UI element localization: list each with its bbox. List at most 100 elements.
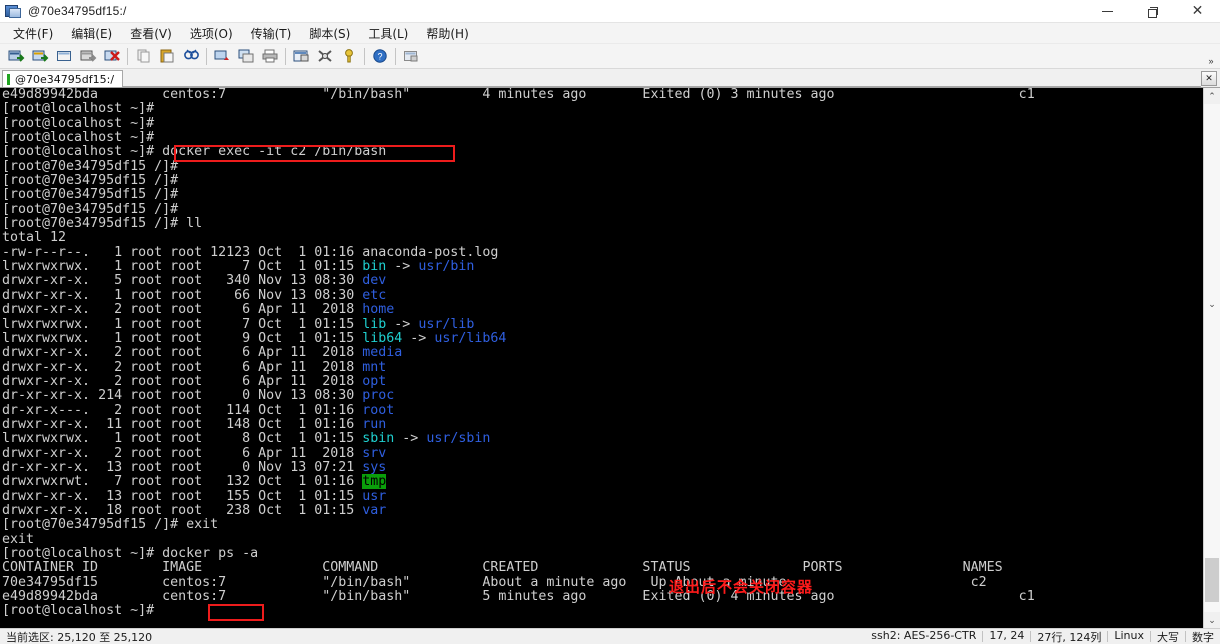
connect-sftp-icon[interactable] [28,45,52,68]
terminal-text: drwxr-xr-x. 2 root root 6 Apr 11 2018 [2,445,363,461]
terminal-text: opt [362,373,387,389]
find-icon[interactable] [179,45,203,68]
menu-file[interactable]: 文件(F) [4,23,62,44]
new-session-icon[interactable] [4,45,28,68]
terminal-line: [root@70e34795df15 /]# [2,159,1203,174]
terminal-scrollbar[interactable]: ⌃ ⌄ ⌄ [1203,88,1220,628]
menu-options[interactable]: 选项(O) [181,23,242,44]
terminal-text: -> [386,259,419,275]
copy-icon[interactable] [131,45,155,68]
scrollbar-mid-glyph: ⌄ [1208,299,1216,309]
terminal-line: drwxr-xr-x. 2 root root 6 Apr 11 2018 ho… [2,302,1203,318]
scrollbar-track[interactable]: ⌄ [1204,104,1220,612]
status-bar: 当前选区: 25,120 至 25,120 ssh2: AES-256-CTR … [0,628,1220,644]
menu-transfer[interactable]: 传输(T) [242,23,301,44]
terminal-line: dr-xr-xr-x. 13 root root 0 Nov 13 07:21 … [2,460,1203,475]
toolbar-separator [285,47,286,65]
print-icon[interactable] [258,45,282,68]
status-caps-lock: 大写 [1157,630,1179,644]
scroll-up-button[interactable]: ⌃ [1204,88,1220,104]
terminal-line: 70e34795df15 centos:7 "/bin/bash" About … [2,575,1203,590]
terminal-text: bin [362,259,387,275]
close-tab-button[interactable]: ✕ [1201,71,1217,86]
global-options-icon[interactable] [313,45,337,68]
tool-bar: ? » [0,44,1220,69]
terminal-text: [root@localhost ~]# docker exec -it c2 /… [2,144,387,160]
terminal-screen[interactable]: e49d89942bda centos:7 "/bin/bash" 4 minu… [0,88,1203,628]
terminal-text: drwxr-xr-x. 18 root root 238 Oct 1 01:15 [2,502,363,518]
tab-session-70e34795df15[interactable]: @70e34795df15:/ [2,70,124,87]
log-session-icon[interactable] [234,45,258,68]
terminal-text: CONTAINER ID IMAGE COMMAND CREATED STATU… [2,560,1003,576]
crt-terminal-window: @70e34795df15:/ ✕ 文件(F) 编辑(E) 查看(V) 选项(O… [0,0,1220,644]
toolbar-separator [127,47,128,65]
menu-tools[interactable]: 工具(L) [359,23,417,44]
terminal-line: [root@localhost ~]# [2,102,1203,116]
terminal-text: -> [402,330,435,346]
terminal-text: lrwxrwxrwx. 1 root root 7 Oct 1 01:15 [2,316,363,332]
window-controls: ✕ [1085,0,1220,23]
terminal-area: e49d89942bda centos:7 "/bin/bash" 4 minu… [0,88,1220,628]
status-terminal-type: Linux [1114,628,1144,642]
svg-text:?: ? [377,52,382,62]
menu-help[interactable]: 帮助(H) [417,23,477,44]
print-screen-icon[interactable] [210,45,234,68]
terminal-line: [root@localhost ~]# [2,604,1203,618]
terminal-text: dev [362,273,387,289]
terminal-text: drwxr-xr-x. 2 root root 6 Apr 11 2018 [2,373,363,389]
terminal-line: e49d89942bda centos:7 "/bin/bash" 5 minu… [2,589,1203,604]
terminal-text: lib64 [362,330,403,346]
terminal-text: proc [362,388,395,404]
terminal-text: e49d89942bda centos:7 "/bin/bash" 4 minu… [2,88,1035,102]
terminal-line: [root@70e34795df15 /]# [2,173,1203,188]
tab-bar: @70e34795df15:/ ✕ [0,69,1220,88]
status-session-position: 17, 24 [989,628,1025,642]
terminal-text: -rw-r--r--. 1 root root 12123 Oct 1 01:1… [2,244,363,260]
terminal-text: drwxr-xr-x. 13 root root 155 Oct 1 01:15 [2,488,363,504]
new-window-icon[interactable] [52,45,76,68]
terminal-text: lrwxrwxrwx. 1 root root 8 Oct 1 01:15 [2,431,363,447]
paste-icon[interactable] [155,45,179,68]
menu-script[interactable]: 脚本(S) [300,23,359,44]
scrollbar-thumb[interactable] [1205,558,1219,602]
terminal-line: lrwxrwxrwx. 1 root root 9 Oct 1 01:15 li… [2,330,1203,346]
arrange-windows-icon[interactable] [399,45,423,68]
terminal-line: CONTAINER ID IMAGE COMMAND CREATED STATU… [2,561,1203,575]
terminal-text: home [362,302,395,318]
close-button[interactable]: ✕ [1175,0,1220,23]
terminal-line: drwxr-xr-x. 1 root root 66 Nov 13 08:30 … [2,287,1203,303]
terminal-text: [root@70e34795df15 /]# [2,187,179,203]
terminal-text: exit [2,531,35,547]
key-icon[interactable] [337,45,361,68]
maximize-button[interactable] [1130,0,1175,23]
close-tab-glyph: ✕ [1205,73,1213,83]
tab-bar-empty-area [123,69,1201,87]
reconnect-icon[interactable] [76,45,100,68]
session-options-icon[interactable] [289,45,313,68]
disconnect-icon[interactable] [100,45,124,68]
terminal-text: drwxr-xr-x. 2 root root 6 Apr 11 2018 [2,345,363,361]
terminal-line: e49d89942bda centos:7 "/bin/bash" 4 minu… [2,88,1203,102]
scroll-up-glyph: ⌃ [1208,90,1216,101]
menu-edit[interactable]: 编辑(E) [62,23,121,44]
terminal-line: dr-xr-xr-x. 214 root root 0 Nov 13 08:30… [2,389,1203,403]
terminal-text: drwxr-xr-x. 5 root root 340 Nov 13 08:30 [2,273,363,289]
terminal-text: etc [362,287,387,303]
toolbar-separator [206,47,207,65]
terminal-text: drwxr-xr-x. 11 root root 148 Oct 1 01:16 [2,416,363,432]
terminal-line: drwxr-xr-x. 2 root root 6 Apr 11 2018 sr… [2,445,1203,461]
terminal-text: media [362,345,403,361]
terminal-line: [root@70e34795df15 /]# exit [2,518,1203,532]
scroll-down-button[interactable]: ⌄ [1204,612,1220,628]
minimize-button[interactable] [1085,0,1130,23]
terminal-text: srv [362,445,387,461]
terminal-line: [root@70e34795df15 /]# [2,188,1203,202]
annotation-exit-note: 退出后不会关闭容器 [669,578,814,596]
toolbar-overflow-button[interactable]: » [1206,46,1216,66]
terminal-text: anaconda-post.log [362,244,499,260]
terminal-line: drwxr-xr-x. 13 root root 155 Oct 1 01:15… [2,488,1203,504]
menu-view[interactable]: 查看(V) [121,23,181,44]
terminal-text: var [362,502,387,518]
help-icon[interactable]: ? [368,45,392,68]
toolbar-overflow-glyph: » [1208,56,1214,66]
